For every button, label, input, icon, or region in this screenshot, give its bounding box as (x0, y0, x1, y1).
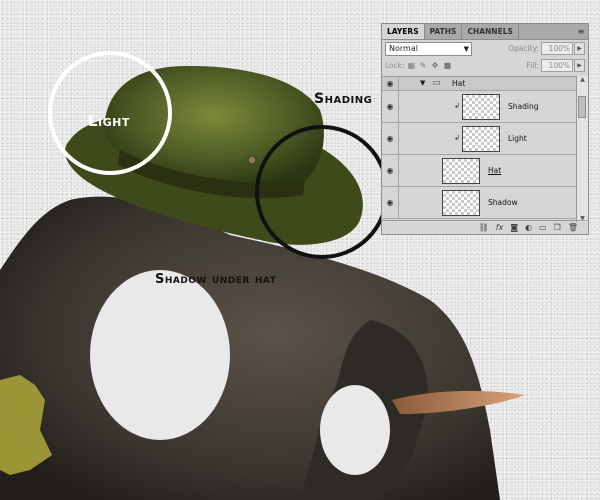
adjustment-icon[interactable]: ◐ (525, 223, 532, 232)
opacity-slider-arrow-icon[interactable]: ▶ (574, 42, 585, 55)
folder-icon[interactable]: ▭ (539, 223, 547, 232)
layer-thumbnail (442, 158, 480, 184)
blend-mode-select[interactable]: Normal ▼ (385, 41, 472, 56)
panel-menu-icon[interactable]: ≡ (574, 24, 588, 39)
mask-icon[interactable]: ◙ (510, 223, 518, 232)
layer-group-hat[interactable]: ◉ ▼ ▭ Hat (382, 77, 578, 91)
layer-name: Hat (488, 166, 502, 175)
lock-row: Lock: ▦ ✎ ✥ ■ Fill: 100% ▶ (382, 57, 588, 74)
clipping-mask-icon: ↲ (454, 134, 460, 142)
lock-position-icon[interactable]: ✥ (432, 61, 441, 70)
layer-light[interactable]: ◉ ↲ Light (382, 123, 578, 155)
blend-row: Normal ▼ Opacity: 100% ▶ (382, 40, 588, 57)
lock-transparency-icon[interactable]: ▦ (408, 61, 417, 70)
layer-name: Hat (452, 79, 466, 88)
layer-name: Shadow (488, 198, 518, 207)
tab-paths[interactable]: PATHS (425, 24, 463, 39)
link-icon[interactable]: ⛓ (479, 223, 489, 232)
opacity-field[interactable]: 100% (541, 42, 573, 55)
trash-icon[interactable]: 🗑 (568, 223, 578, 232)
shadow-under-hat-label: Shadow under hat (155, 272, 277, 287)
layer-hat[interactable]: ◉ Hat (382, 155, 578, 187)
visibility-eye-icon[interactable]: ◉ (382, 155, 399, 186)
layer-scrollbar[interactable]: ▲ ▼ (576, 76, 588, 222)
fill-field[interactable]: 100% (541, 59, 573, 72)
layer-name: Shading (508, 102, 539, 111)
visibility-eye-icon[interactable]: ◉ (382, 77, 399, 90)
fill-label: Fill: (526, 61, 539, 70)
fx-icon[interactable]: fx (496, 223, 504, 232)
transparent-gap (90, 270, 230, 440)
visibility-eye-icon[interactable]: ◉ (382, 91, 399, 122)
lock-label: Lock: (385, 61, 405, 70)
lock-icons: ▦ ✎ ✥ ■ (405, 61, 453, 70)
fill-slider-arrow-icon[interactable]: ▶ (574, 59, 585, 72)
layer-list: ◉ ▼ ▭ Hat ◉ ↲ Shading ◉ ↲ Light ◉ Hat ◉ (382, 76, 578, 223)
light-label: Light (88, 112, 130, 130)
shading-label: Shading (314, 91, 373, 107)
visibility-eye-icon[interactable]: ◉ (382, 123, 399, 154)
scrollbar-thumb[interactable] (578, 96, 586, 118)
layer-name: Light (508, 134, 527, 143)
layers-panel: LAYERS PATHS CHANNELS ≡ Normal ▼ Opacity… (381, 23, 589, 235)
opacity-label: Opacity: (508, 44, 539, 53)
lock-pixels-icon[interactable]: ✎ (420, 61, 429, 70)
tab-channels[interactable]: CHANNELS (462, 24, 519, 39)
layer-shading[interactable]: ◉ ↲ Shading (382, 91, 578, 123)
clipping-mask-icon: ↲ (454, 102, 460, 110)
transparent-gap-lower (320, 385, 390, 475)
layer-shadow[interactable]: ◉ Shadow (382, 187, 578, 219)
folder-icon: ▭ (432, 78, 441, 88)
layer-thumbnail (462, 126, 500, 152)
scroll-up-icon[interactable]: ▲ (577, 76, 588, 83)
new-layer-icon[interactable]: ❐ (554, 223, 561, 232)
blend-mode-value: Normal (389, 43, 418, 53)
hat-grommet (247, 155, 257, 165)
lock-all-icon[interactable]: ■ (444, 61, 453, 70)
tab-layers[interactable]: LAYERS (382, 24, 425, 39)
chevron-down-icon: ▼ (463, 44, 469, 53)
panel-bottom-toolbar: ⛓ fx ◙ ◐ ▭ ❐ 🗑 (382, 220, 588, 234)
layer-thumbnail (442, 190, 480, 216)
layer-thumbnail (462, 94, 500, 120)
disclosure-triangle-icon[interactable]: ▼ (420, 79, 425, 87)
visibility-eye-icon[interactable]: ◉ (382, 187, 399, 218)
elephant-body (0, 196, 500, 500)
panel-tabs: LAYERS PATHS CHANNELS ≡ (382, 24, 588, 40)
